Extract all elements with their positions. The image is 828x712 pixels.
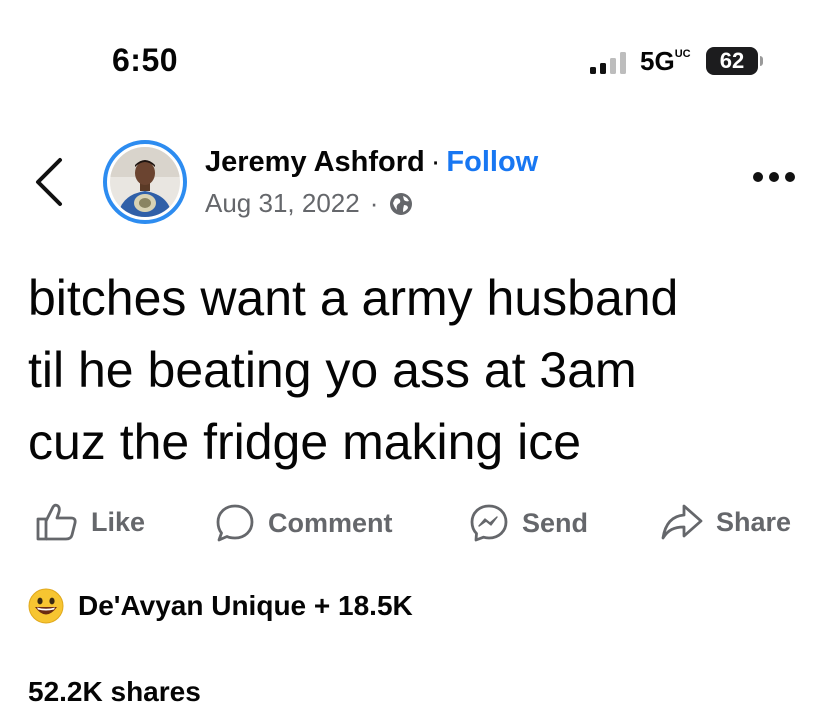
comment-icon — [216, 504, 254, 542]
battery-icon: 62 — [706, 47, 758, 75]
network-indicator: 5GUC — [640, 46, 691, 77]
reactions-text: De'Avyan Unique + 18.5K — [78, 590, 413, 621]
comment-label: Comment — [268, 507, 393, 538]
share-label: Share — [716, 506, 792, 537]
post-text: bitches want a army husband til he beati… — [28, 262, 818, 478]
network-label: 5G — [640, 46, 675, 76]
messenger-icon — [470, 504, 508, 542]
grinning-face-emoji — [28, 588, 64, 624]
reactions-summary[interactable]: De'Avyan Unique + 18.5K — [28, 588, 413, 624]
back-button[interactable] — [32, 156, 66, 213]
like-button[interactable]: Like — [35, 502, 145, 542]
post-meta: Aug 31, 2022 · — [205, 188, 414, 219]
status-time: 6:50 — [112, 42, 179, 78]
send-button[interactable]: Send — [468, 502, 588, 544]
post-date[interactable]: Aug 31, 2022 — [205, 188, 360, 219]
post-text-line: til he beating yo ass at 3am — [28, 342, 637, 398]
signal-icon — [590, 52, 634, 79]
share-button[interactable]: Share — [660, 502, 791, 542]
follow-button[interactable]: Follow — [446, 146, 538, 178]
post-text-line: cuz the fridge making ice — [28, 414, 582, 470]
send-label: Send — [522, 507, 589, 538]
author-name[interactable]: Jeremy Ashford — [205, 146, 425, 178]
share-count[interactable]: 52.2K shares — [28, 676, 201, 708]
author-line: Jeremy Ashford · Follow — [205, 146, 538, 179]
network-badge: UC — [674, 48, 691, 60]
globe-icon — [390, 192, 413, 215]
post-text-line: bitches want a army husband — [28, 270, 679, 326]
battery-tip — [760, 56, 763, 66]
comment-button[interactable]: Comment — [214, 502, 393, 544]
separator: · — [430, 146, 441, 178]
share-arrow-icon — [661, 504, 703, 540]
more-options-button[interactable] — [752, 170, 796, 189]
separator: · — [369, 188, 379, 218]
thumbs-up-icon — [36, 503, 77, 541]
avatar[interactable] — [103, 140, 187, 224]
chevron-left-icon — [36, 158, 62, 206]
like-label: Like — [91, 506, 146, 537]
more-icon — [753, 172, 795, 182]
avatar-photo — [110, 147, 180, 217]
